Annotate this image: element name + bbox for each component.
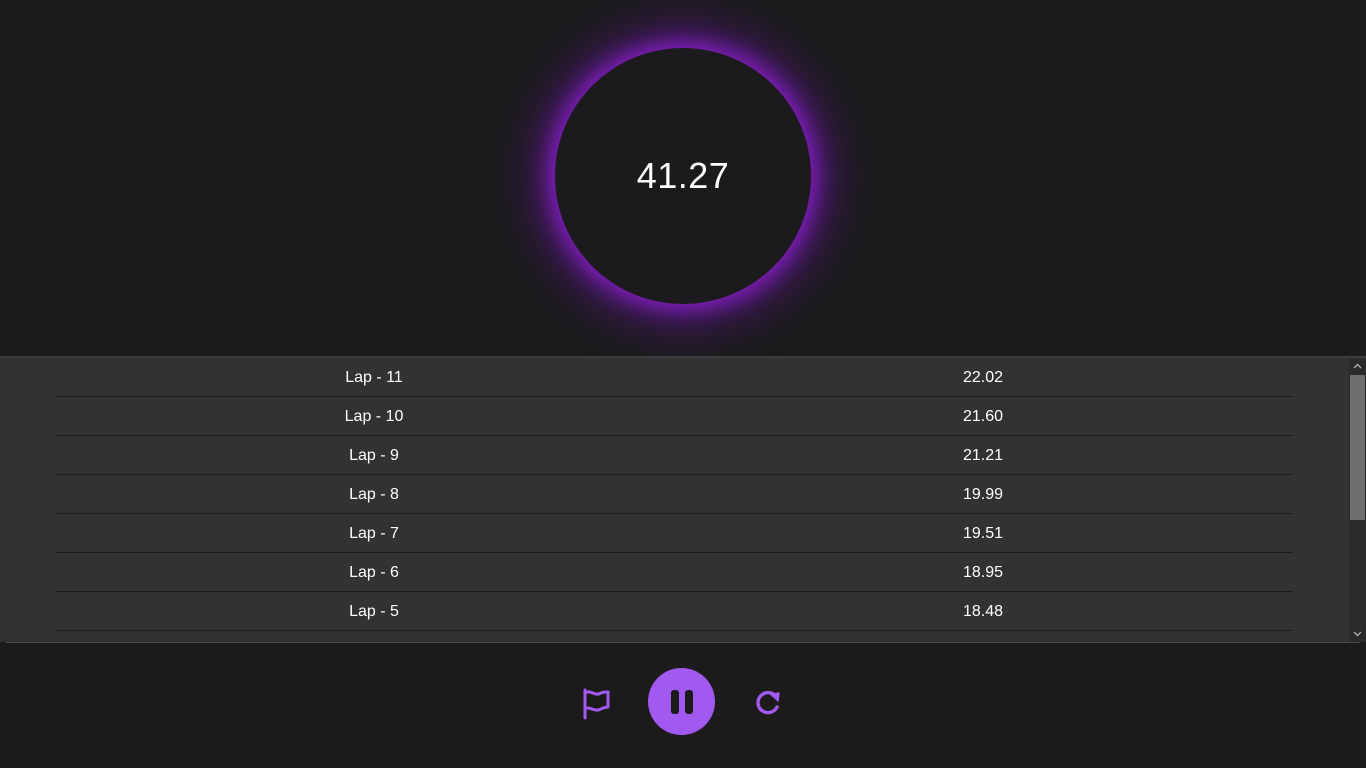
pause-icon [670, 689, 693, 714]
lap-time: 22.02 [962, 369, 1004, 386]
lap-time: 18.95 [962, 564, 1004, 581]
timer-value: 41.27 [636, 155, 730, 196]
controls-bar [0, 668, 1366, 736]
lap-row: Lap - 6 18.95 [55, 553, 1293, 592]
lap-row: Lap - 5 18.48 [55, 592, 1293, 631]
lap-row: Lap - 9 21.21 [55, 436, 1293, 475]
lap-name: Lap - 9 [349, 447, 399, 464]
scroll-thumb[interactable] [1350, 375, 1365, 520]
scroll-down-icon[interactable] [1349, 626, 1366, 642]
flag-icon [583, 688, 610, 720]
reset-button[interactable] [750, 685, 786, 721]
lap-time: 19.99 [962, 486, 1004, 503]
lap-button[interactable] [578, 685, 614, 721]
lap-name: Lap - 6 [349, 564, 399, 581]
pause-button[interactable] [648, 668, 715, 735]
lap-row: Lap - 11 22.02 [55, 358, 1293, 397]
lap-name: Lap - 8 [349, 486, 399, 503]
laps-panel[interactable]: Lap - 11 22.02 Lap - 10 21.60 Lap - 9 21… [0, 356, 1366, 642]
timer-display: 41.27 [465, 0, 901, 394]
lap-name: Lap - 7 [349, 525, 399, 542]
laps-list: Lap - 11 22.02 Lap - 10 21.60 Lap - 9 21… [55, 358, 1293, 631]
lap-time: 18.48 [962, 603, 1004, 620]
lap-time: 21.60 [962, 408, 1004, 425]
lap-time: 21.21 [962, 447, 1004, 464]
lap-row: Lap - 7 19.51 [55, 514, 1293, 553]
lap-name: Lap - 10 [344, 408, 404, 425]
scroll-up-icon[interactable] [1349, 358, 1366, 374]
lap-name: Lap - 11 [345, 369, 403, 386]
timer-circle: 41.27 [555, 48, 811, 304]
reset-icon [756, 690, 780, 715]
lap-row: Lap - 8 19.99 [55, 475, 1293, 514]
lap-name: Lap - 5 [349, 603, 399, 620]
divider [6, 642, 1360, 643]
lap-row: Lap - 10 21.60 [55, 397, 1293, 436]
laps-scrollbar[interactable] [1349, 358, 1366, 642]
lap-time: 19.51 [962, 525, 1004, 542]
stopwatch-app: 41.27 Lap - 11 22.02 Lap - 10 21.60 Lap … [0, 0, 1366, 768]
